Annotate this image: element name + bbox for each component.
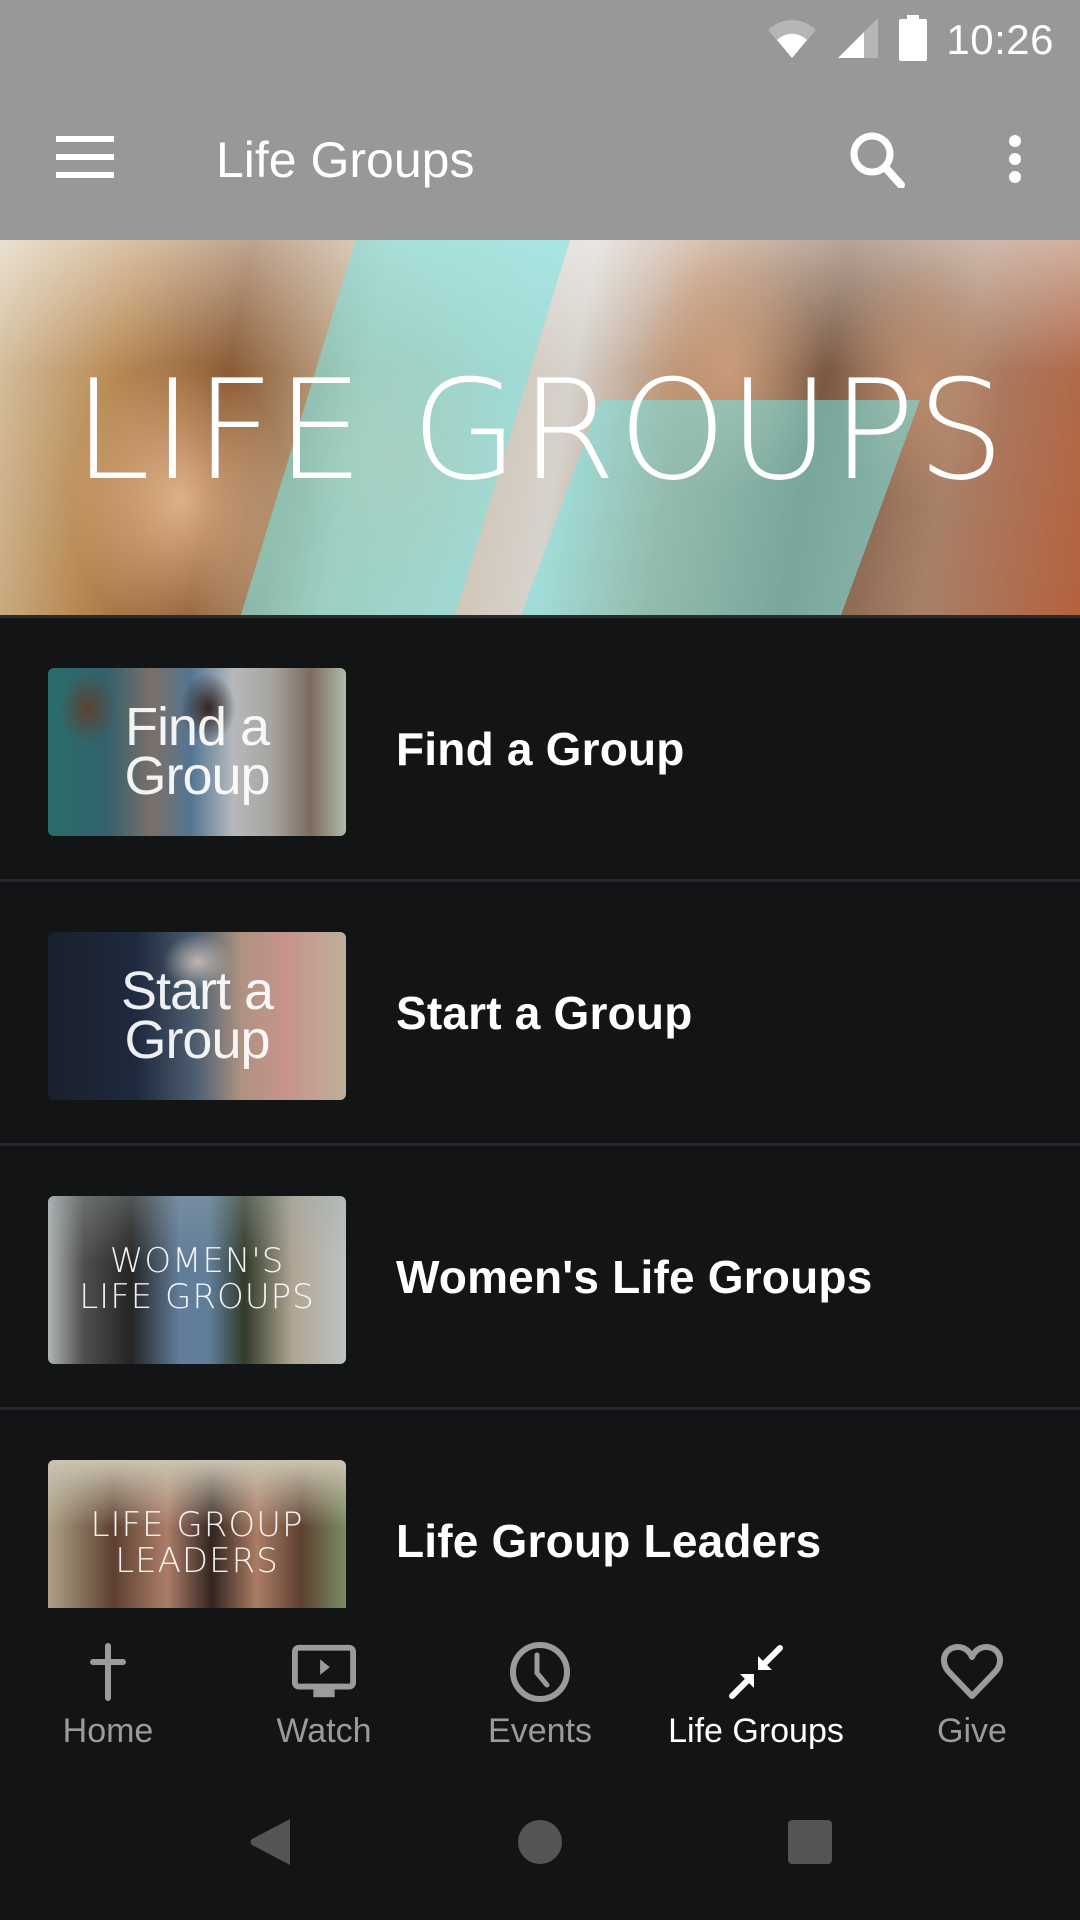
nav-item-watch[interactable]: Watch bbox=[216, 1608, 432, 1768]
nav-label: Events bbox=[488, 1712, 592, 1750]
bottom-navigation: Home Watch Events Life Groups Give bbox=[0, 1608, 1080, 1768]
list-item-find-a-group[interactable]: Find a Group Find a Group bbox=[0, 618, 1080, 882]
system-back-button[interactable] bbox=[238, 1812, 302, 1876]
thumbnail-caption: LIFE GROUP LEADERS bbox=[91, 1508, 304, 1579]
recents-square-icon bbox=[787, 1819, 833, 1870]
cross-icon bbox=[76, 1640, 140, 1704]
tv-play-icon bbox=[292, 1640, 356, 1704]
thumbnail-caption-line: LEADERS bbox=[115, 1541, 279, 1581]
hero-banner: LIFE GROUPS bbox=[0, 240, 1080, 618]
arrows-inward-icon bbox=[724, 1640, 788, 1704]
wifi-icon bbox=[766, 18, 818, 63]
nav-item-give[interactable]: Give bbox=[864, 1608, 1080, 1768]
nav-label: Life Groups bbox=[668, 1712, 844, 1750]
page-title: Life Groups bbox=[216, 132, 475, 188]
thumbnail-caption-line: Group bbox=[124, 746, 270, 806]
list-item-label: Start a Group bbox=[396, 986, 693, 1039]
menu-button[interactable] bbox=[40, 124, 130, 194]
thumbnail-caption: Start a Group bbox=[120, 961, 274, 1070]
more-vertical-icon bbox=[1008, 134, 1022, 189]
hero-title: LIFE GROUPS bbox=[73, 350, 1007, 511]
list-item-life-group-leaders[interactable]: LIFE GROUP LEADERS Life Group Leaders bbox=[0, 1410, 1080, 1608]
thumbnail-image: WOMEN'S LIFE GROUPS bbox=[48, 1196, 346, 1364]
group-list: Find a Group Find a Group Start a Group … bbox=[0, 618, 1080, 1608]
status-icons: 10:26 bbox=[766, 12, 1054, 68]
status-bar: 10:26 bbox=[0, 0, 1080, 80]
nav-label: Watch bbox=[276, 1712, 372, 1750]
thumbnail-caption-line: Find a bbox=[124, 697, 270, 758]
list-item-start-a-group[interactable]: Start a Group Start a Group bbox=[0, 882, 1080, 1146]
nav-item-home[interactable]: Home bbox=[0, 1608, 216, 1768]
system-recents-button[interactable] bbox=[778, 1812, 842, 1876]
list-item-womens-life-groups[interactable]: WOMEN'S LIFE GROUPS Women's Life Groups bbox=[0, 1146, 1080, 1410]
system-navigation-bar bbox=[0, 1768, 1080, 1920]
system-home-button[interactable] bbox=[508, 1812, 572, 1876]
search-button[interactable] bbox=[840, 124, 914, 198]
thumbnail-caption-line: Start a bbox=[120, 961, 274, 1022]
thumbnail-caption-line: Group bbox=[124, 1010, 270, 1070]
app-bar: Life Groups bbox=[0, 80, 1080, 240]
list-item-label: Find a Group bbox=[396, 722, 685, 775]
home-circle-icon bbox=[517, 1819, 563, 1870]
clock-icon bbox=[508, 1640, 572, 1704]
status-time: 10:26 bbox=[946, 16, 1054, 63]
nav-label: Give bbox=[937, 1712, 1007, 1750]
thumbnail-caption-line: LIFE GROUP bbox=[90, 1505, 304, 1546]
list-item-label: Life Group Leaders bbox=[396, 1514, 822, 1567]
thumbnail-caption-line: WOMEN'S bbox=[109, 1241, 285, 1282]
back-triangle-icon bbox=[248, 1817, 292, 1872]
nav-item-life-groups[interactable]: Life Groups bbox=[648, 1608, 864, 1768]
search-icon bbox=[848, 130, 906, 193]
thumbnail-image: LIFE GROUP LEADERS bbox=[48, 1460, 346, 1608]
thumbnail-image: Find a Group bbox=[48, 668, 346, 836]
nav-item-events[interactable]: Events bbox=[432, 1608, 648, 1768]
cellular-signal-icon bbox=[836, 16, 880, 65]
thumbnail-image: Start a Group bbox=[48, 932, 346, 1100]
battery-icon bbox=[898, 14, 928, 66]
thumbnail-caption: Find a Group bbox=[124, 697, 270, 806]
nav-label: Home bbox=[62, 1712, 154, 1750]
list-item-label: Women's Life Groups bbox=[396, 1250, 873, 1303]
thumbnail-caption-line: LIFE GROUPS bbox=[79, 1277, 315, 1317]
heart-icon bbox=[940, 1640, 1004, 1704]
more-options-button[interactable] bbox=[990, 124, 1040, 198]
thumbnail-caption: WOMEN'S LIFE GROUPS bbox=[79, 1244, 315, 1315]
hamburger-menu-icon bbox=[56, 135, 114, 183]
